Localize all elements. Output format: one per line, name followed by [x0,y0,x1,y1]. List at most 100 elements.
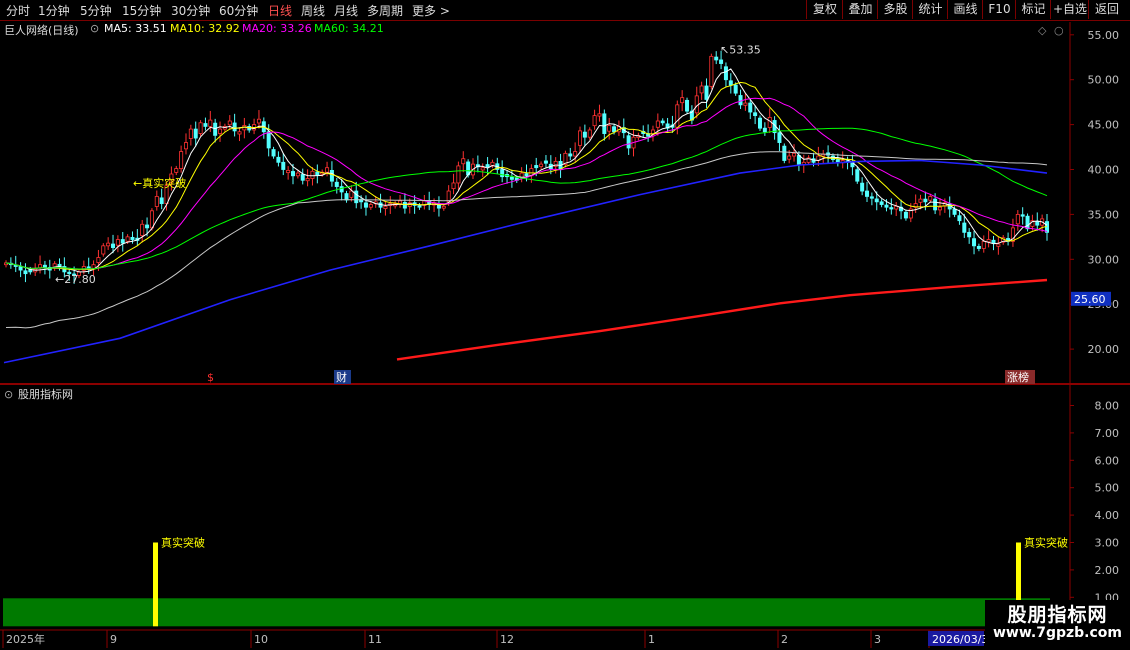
candle-body [368,204,373,208]
candle-body [38,264,43,269]
candle-body [383,205,388,209]
diejia-button[interactable]: 叠加 [842,0,878,19]
candle-body [714,56,719,61]
candle-body [441,205,446,209]
candle-body [315,171,320,176]
candle-body [719,59,724,64]
candle-body [1035,221,1040,226]
candle-body [130,236,135,240]
tab-monthly[interactable]: 月线 [334,2,358,19]
candle-body [490,161,495,166]
biaoji-button[interactable]: 标记 [1015,0,1051,19]
candle-body [1015,213,1020,225]
candle-body [329,169,334,182]
candle-body [928,196,933,201]
date-label: 12 [500,633,514,646]
tab-multi-period[interactable]: 多周期 [367,2,403,19]
candle-body [456,165,461,184]
more-icon: ○ [1054,24,1064,37]
sub-panel-title: 股朋指标网 [18,387,73,401]
candle-body [106,242,111,247]
candle-body [957,215,962,222]
sub-y-axis-label: 7.00 [1095,427,1120,440]
candle-body [933,198,938,211]
candle-body [227,120,232,126]
candle-body [753,112,758,117]
tab-more[interactable]: 更多 > [412,2,450,19]
candle-body [582,131,587,138]
sub-settings-icon: ⊙ [4,388,13,401]
candle-body [159,197,164,205]
tab-30min[interactable]: 30分钟 [171,2,210,19]
tongji-button[interactable]: 统计 [912,0,948,19]
candle-body [568,153,573,157]
date-label: 11 [368,633,382,646]
tab-weekly[interactable]: 周线 [301,2,325,19]
sub-y-axis-label: 4.00 [1095,509,1120,522]
ma10-label: MA10: 32.92 [170,22,240,35]
date-label: 10 [254,633,268,646]
f10-button[interactable]: F10 [982,0,1016,19]
event-tag-dollar: $ [207,371,214,384]
candle-body [354,190,359,204]
candle-body [232,122,237,132]
candle-body [295,172,300,177]
candle-body [879,201,884,205]
candle-body [111,243,116,249]
toolbar: 分时 1分钟 5分钟 15分钟 30分钟 60分钟 日线 周线 月线 多周期 更… [0,0,1130,21]
date-label: 9 [110,633,117,646]
candle-body [18,266,23,271]
candle-body [543,160,548,164]
back-button[interactable]: 返回 [1088,0,1125,19]
signal-label: 真实突破 [1024,536,1068,550]
candle-body [91,264,96,269]
candle-body [757,117,762,129]
sub-y-axis-label: 8.00 [1095,400,1120,413]
kline-chart[interactable]: 55.00 50.00 45.00 40.00 35.00 30.00 2 5.00 20.00… [0,0,1130,650]
sub-y-axis-label: 5.00 [1095,482,1120,495]
candle-body [300,174,305,181]
candle-body [115,239,120,246]
candle-body [96,257,101,263]
candle-body [451,182,456,190]
tab-15min[interactable]: 15分钟 [122,2,161,19]
tab-1min[interactable]: 1分钟 [38,2,70,19]
candle-body [597,113,602,117]
candle-body [903,211,908,219]
signal-bar [153,542,158,627]
candle-body [972,238,977,247]
candle-body [991,239,996,244]
duogu-button[interactable]: 多股 [877,0,913,19]
candle-body [655,120,660,128]
tab-fenshi[interactable]: 分时 [6,2,30,19]
date-label: 2026/03/3 [932,633,988,646]
candle-body [699,85,704,94]
candle-body [685,99,690,112]
event-tag-cai: 财 [336,370,347,384]
candle-body [509,176,514,180]
candle-body [865,190,870,197]
candle-body [937,206,942,211]
candle-body [23,270,28,275]
candle-body [748,102,753,113]
candle-body [680,97,685,104]
y-axis-label: 20.00 [1088,343,1120,356]
y-axis-label: 35.00 [1088,208,1120,221]
red-trend-line [396,278,1048,361]
fuquan-button[interactable]: 复权 [806,0,843,19]
candle-body [271,149,276,157]
candle-body [524,173,529,177]
settings-icon[interactable]: ⊙ [90,22,99,35]
signal-label: 真实突破 [161,536,205,550]
watermark-logo: 股朋指标网 www.7gpzb.com [985,600,1130,650]
candle-body [101,245,106,255]
tab-60min[interactable]: 60分钟 [219,2,258,19]
candle-body [125,236,130,242]
candle-body [777,132,782,143]
tab-daily[interactable]: 日线 [268,2,292,19]
candle-body [728,80,733,86]
add-watchlist-button[interactable]: +自选 [1050,0,1089,19]
tab-5min[interactable]: 5分钟 [80,2,112,19]
date-label: 2 [781,633,788,646]
huaxian-button[interactable]: 画线 [947,0,983,19]
